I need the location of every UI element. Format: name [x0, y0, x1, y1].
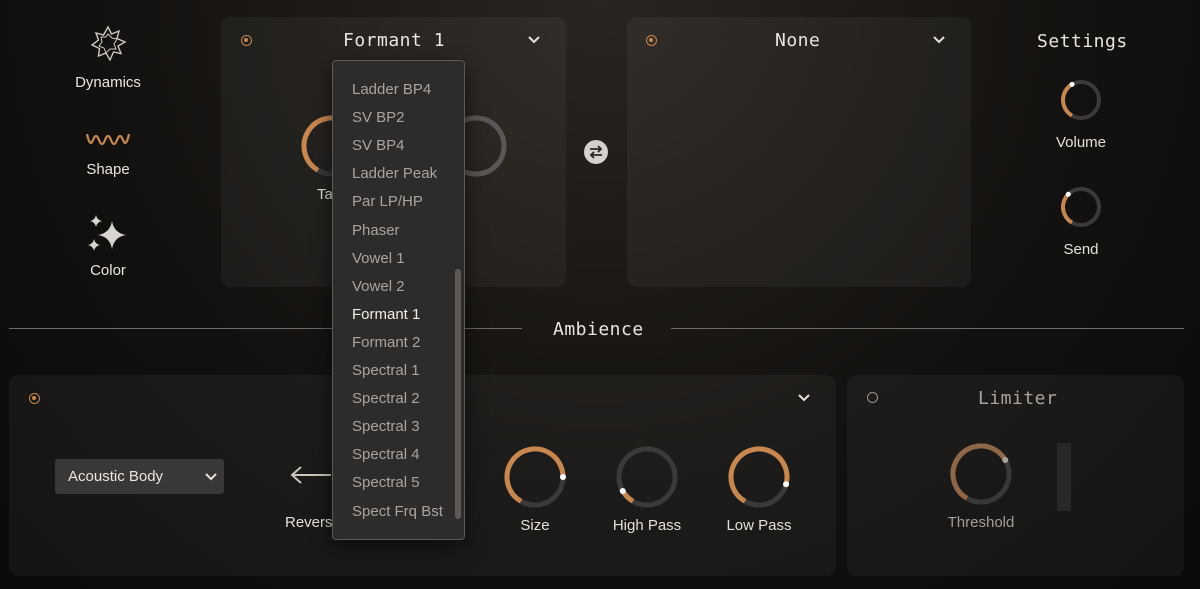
ambience-power-toggle[interactable] — [29, 393, 40, 404]
divider-right — [671, 328, 1184, 329]
dropdown-item[interactable]: Spectral 4 — [352, 446, 420, 463]
settings-title: Settings — [1037, 31, 1128, 52]
filter-b-type-select[interactable]: None — [775, 30, 820, 51]
dropdown-item[interactable]: SV BP4 — [352, 137, 405, 154]
high-pass-knob[interactable] — [614, 444, 680, 510]
size-label: Size — [520, 517, 550, 534]
chevron-down-icon[interactable] — [527, 35, 541, 45]
dropdown-item[interactable]: Spect Frq Bst — [352, 503, 443, 520]
send-label: Send — [1063, 241, 1099, 258]
threshold-label: Threshold — [947, 514, 1015, 531]
chevron-down-icon — [205, 473, 217, 481]
filter-a-type-select[interactable]: Formant 1 — [343, 30, 445, 51]
volume-knob[interactable] — [1058, 77, 1104, 123]
nav-dynamics-label: Dynamics — [75, 74, 141, 91]
low-pass-label: Low Pass — [726, 517, 792, 534]
dropdown-item[interactable]: Ladder Peak — [352, 165, 437, 182]
dropdown-item[interactable]: Phaser — [352, 222, 400, 239]
reverb-preset-value: Acoustic Body — [68, 468, 164, 485]
sparkle-icon — [88, 215, 126, 251]
high-pass-label: High Pass — [612, 517, 682, 534]
limiter-power-toggle[interactable] — [867, 392, 878, 403]
filter-b-panel: None — [627, 17, 971, 287]
limiter-title: Limiter — [978, 388, 1058, 409]
dropdown-item[interactable]: Formant 2 — [352, 334, 420, 351]
limiter-panel: Limiter Threshold — [847, 375, 1184, 576]
dropdown-item[interactable]: Spectral 5 — [352, 474, 420, 491]
arrow-left-icon — [290, 466, 331, 484]
filter-type-dropdown: Ladder BP4 SV BP2 SV BP4 Ladder Peak Par LP/… — [332, 60, 465, 540]
dynamics-icon — [90, 25, 127, 62]
filter-a-power-toggle[interactable] — [241, 35, 252, 46]
ambience-title: Ambience — [553, 319, 644, 340]
chevron-down-icon[interactable] — [932, 35, 946, 45]
nav-shape-label: Shape — [86, 161, 130, 178]
reverse-label: Revers — [285, 514, 333, 531]
send-knob[interactable] — [1058, 184, 1104, 230]
nav-shape[interactable]: Shape — [58, 128, 158, 178]
gain-reduction-meter — [1057, 443, 1071, 511]
dropdown-item[interactable]: Par LP/HP — [352, 193, 423, 210]
dropdown-item[interactable]: Spectral 2 — [352, 390, 420, 407]
reverb-preset-select[interactable]: Acoustic Body — [55, 459, 224, 494]
swap-icon — [589, 145, 603, 159]
dropdown-item[interactable]: Spectral 3 — [352, 418, 420, 435]
dropdown-item[interactable]: SV BP2 — [352, 109, 405, 126]
dropdown-item[interactable]: Spectral 1 — [352, 362, 420, 379]
dropdown-scrollbar[interactable] — [455, 269, 461, 519]
dropdown-item[interactable]: Ladder BP4 — [352, 81, 431, 98]
filter-a-knob-label: Ta — [317, 186, 333, 203]
nav-color[interactable]: Color — [58, 213, 158, 279]
filter-b-power-toggle[interactable] — [646, 35, 657, 46]
dropdown-item[interactable]: Vowel 1 — [352, 250, 405, 267]
nav-dynamics[interactable]: Dynamics — [58, 25, 158, 91]
low-pass-knob[interactable] — [726, 444, 792, 510]
chevron-down-icon[interactable] — [797, 393, 811, 403]
dropdown-item[interactable]: Formant 1 — [352, 306, 420, 323]
swap-filters-button[interactable] — [584, 140, 608, 164]
volume-label: Volume — [1055, 134, 1107, 151]
wave-icon — [85, 133, 131, 146]
threshold-knob[interactable] — [948, 441, 1014, 507]
size-knob[interactable] — [502, 444, 568, 510]
nav-color-label: Color — [90, 262, 126, 279]
dropdown-item[interactable]: Vowel 2 — [352, 278, 405, 295]
